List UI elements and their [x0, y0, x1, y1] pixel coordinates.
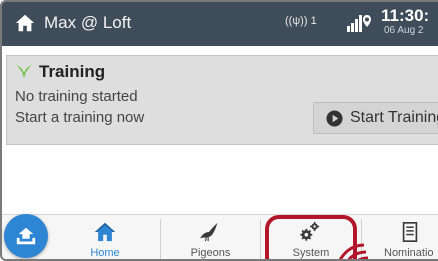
- top-status-bar: Max @ Loft ((ψ)) 1 11:30: 06 Aug 2: [2, 2, 438, 46]
- tab-nomination-label: Nominatio: [384, 247, 434, 259]
- antenna-count: 1: [310, 15, 317, 27]
- pigeon-icon: [199, 222, 218, 242]
- training-hint: Start a training now: [15, 109, 145, 126]
- inbox-upload-icon: [16, 227, 36, 245]
- home-icon: [94, 222, 116, 242]
- tap-indicator-icon: [339, 243, 369, 259]
- app-window: Max @ Loft ((ψ)) 1 11:30: 06 Aug 2 Train…: [0, 0, 438, 261]
- training-title: Training: [39, 62, 106, 81]
- loft-location-label[interactable]: Max @ Loft: [44, 13, 131, 33]
- training-status: No training started: [15, 88, 138, 105]
- start-training-button[interactable]: Start Training: [313, 102, 438, 134]
- clock-time: 11:30:: [381, 6, 430, 25]
- signal-icon: [347, 15, 371, 32]
- start-training-label: Start Training: [350, 109, 438, 126]
- loft-home-icon: [15, 14, 35, 32]
- antenna-icon: ((ψ)): [285, 15, 308, 27]
- pigeon-wings-icon: [16, 64, 32, 78]
- tab-home[interactable]: Home: [60, 215, 160, 259]
- play-circle-icon: [326, 110, 343, 127]
- compose-fab-button[interactable]: [4, 214, 48, 258]
- tab-pigeons[interactable]: Pigeons: [161, 215, 260, 259]
- tab-pigeons-label: Pigeons: [190, 247, 231, 259]
- antenna-status: ((ψ)) 1: [285, 15, 317, 27]
- tab-home-label: Home: [90, 247, 120, 259]
- clock-date: 06 Aug 2: [384, 25, 424, 36]
- training-panel: Training No training started Start a tra…: [6, 55, 438, 145]
- document-icon: [402, 222, 418, 242]
